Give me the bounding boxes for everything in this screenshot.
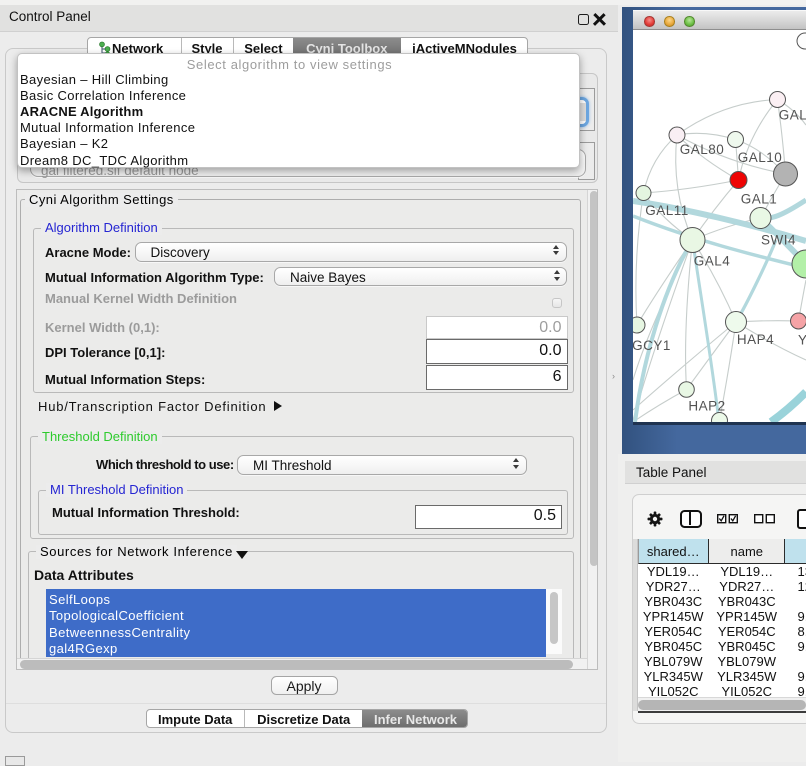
svg-text:GCY1: GCY1 [633, 338, 671, 353]
svg-text:GAL4: GAL4 [694, 254, 731, 269]
svg-text:GAL10: GAL10 [738, 150, 783, 165]
svg-text:GAL7: GAL7 [779, 108, 806, 123]
svg-text:GAL11: GAL11 [645, 203, 689, 218]
svg-text:SWI4: SWI4 [761, 233, 796, 248]
svg-text:GAL1: GAL1 [741, 192, 778, 207]
svg-text:HAP2: HAP2 [688, 399, 725, 414]
svg-text:HAP4: HAP4 [737, 332, 774, 347]
svg-text:GAL80: GAL80 [680, 142, 725, 157]
svg-text:YJ: YJ [798, 333, 806, 348]
